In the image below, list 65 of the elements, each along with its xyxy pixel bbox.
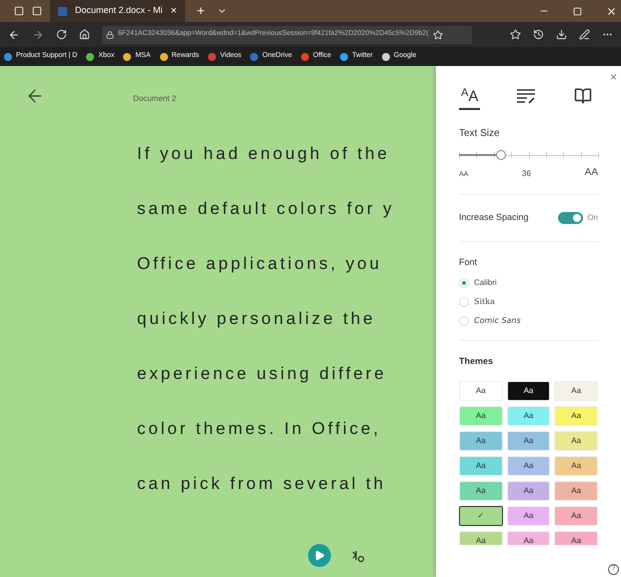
text-size-slider[interactable]	[459, 149, 598, 161]
close-icon[interactable]	[606, 6, 617, 16]
lock-icon	[106, 30, 114, 38]
theme-swatch[interactable]: Aa	[459, 480, 503, 500]
theme-swatch[interactable]: Aa	[459, 406, 503, 426]
radio-button[interactable]	[459, 297, 469, 307]
favorite-icon[interactable]	[432, 30, 443, 40]
font-option[interactable]: Comic Sans	[474, 315, 521, 327]
document-line: same default colors for y	[137, 198, 394, 220]
history-icon[interactable]	[533, 29, 544, 40]
theme-swatch[interactable]: Aa	[506, 530, 550, 544]
theme-swatch[interactable]: Aa	[506, 506, 550, 526]
play-icon	[314, 550, 325, 561]
theme-swatch[interactable]: Aa	[459, 380, 503, 400]
theme-swatch[interactable]: Aa	[506, 380, 550, 400]
theme-swatch[interactable]: Aa	[459, 456, 503, 476]
spacing-label: Increase Spacing	[459, 211, 529, 224]
download-icon[interactable]	[556, 29, 567, 40]
text-size-value: 36	[522, 168, 531, 180]
theme-swatch[interactable]: Aa	[554, 456, 598, 476]
document-line: experience using differe	[137, 363, 388, 385]
new-tab-button[interactable]: +	[196, 1, 205, 21]
theme-swatch[interactable]: Aa	[554, 506, 598, 526]
maximize-icon[interactable]	[573, 6, 582, 16]
document-line: Office applications, you	[137, 253, 383, 275]
slider-thumb[interactable]	[496, 150, 506, 160]
theme-swatch[interactable]: Aa	[554, 530, 598, 544]
back-icon[interactable]	[8, 28, 20, 40]
radio-button[interactable]	[459, 316, 469, 326]
theme-swatch[interactable]: Aa	[506, 406, 550, 426]
tab-close[interactable]: ×	[170, 2, 177, 20]
theme-swatch[interactable]: Aa	[506, 456, 550, 476]
large-size-label: AA	[584, 166, 598, 180]
play-button[interactable]	[308, 544, 331, 567]
tab-title: Document 2.docx - Mi	[75, 4, 163, 18]
spacing-toggle[interactable]	[558, 212, 584, 224]
font-option[interactable]: Calibri	[474, 277, 497, 289]
home-icon[interactable]	[79, 29, 90, 40]
radio-button[interactable]	[459, 278, 469, 288]
theme-swatch[interactable]: Aa	[506, 430, 550, 450]
document-title: Document 2	[133, 93, 176, 105]
theme-swatch[interactable]: ✓	[459, 506, 503, 526]
browser-tab[interactable]: Document 2.docx - Mi ×	[50, 0, 185, 22]
pen-icon[interactable]	[579, 29, 590, 40]
section-heading: Font	[459, 256, 478, 268]
theme-swatch[interactable]: Aa	[554, 430, 598, 450]
font-option[interactable]: Sitka	[474, 296, 495, 308]
document-line: can pick from several th	[137, 473, 387, 495]
panel-close[interactable]: ×	[610, 68, 617, 86]
theme-swatch[interactable]: Aa	[554, 406, 598, 426]
theme-swatch[interactable]: Aa	[554, 380, 598, 400]
document-line: color themes. In Office,	[137, 418, 382, 440]
favorites-icon[interactable]	[510, 29, 521, 40]
document-line: quickly personalize the	[137, 308, 376, 330]
text-options-icon	[516, 88, 536, 104]
section-heading: Text Size	[459, 127, 501, 141]
section-heading: Themes	[459, 355, 494, 368]
theme-swatch[interactable]: Aa	[506, 480, 550, 500]
theme-swatch[interactable]: Aa	[459, 530, 503, 544]
book-icon	[574, 87, 592, 105]
refresh-icon[interactable]	[56, 29, 67, 40]
theme-swatch[interactable]: Aa	[459, 430, 503, 450]
theme-swatch[interactable]: Aa	[554, 480, 598, 500]
toggle-state: On	[587, 212, 598, 224]
document-line: If you had enough of the	[137, 143, 391, 165]
